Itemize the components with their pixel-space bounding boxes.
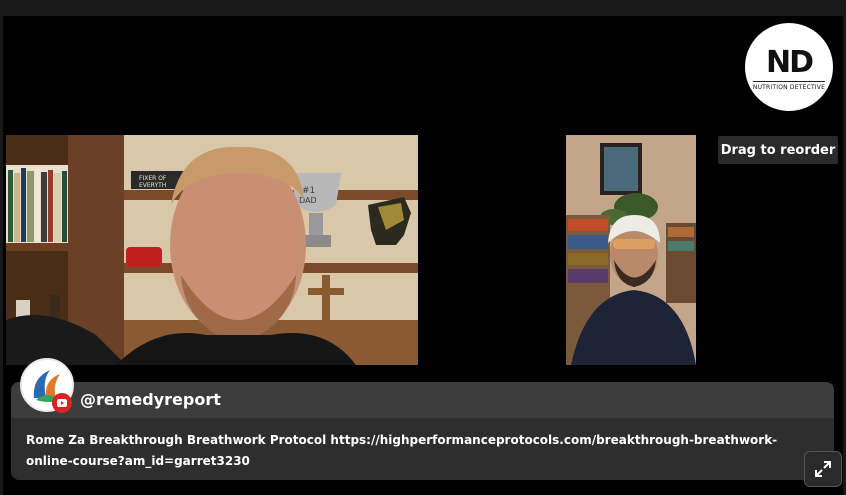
brand-logo: ND NUTRITION DETECTIVE xyxy=(745,23,833,111)
left-border xyxy=(0,16,3,495)
video-tile-guest[interactable] xyxy=(566,135,696,365)
chat-message-text: Rome Za Breakthrough Breathwork Protocol… xyxy=(26,433,778,468)
svg-text:#1: #1 xyxy=(302,186,315,196)
stream-stage: ND NUTRITION DETECTIVE FIXER OF EVERYTH … xyxy=(0,0,846,495)
chat-username: @remedyreport xyxy=(80,390,221,409)
fullscreen-button[interactable] xyxy=(804,451,842,487)
youtube-icon xyxy=(52,393,72,413)
expand-icon xyxy=(815,461,831,477)
svg-text:EVERYTH: EVERYTH xyxy=(139,182,166,189)
guest-video-frame xyxy=(566,135,696,365)
top-border xyxy=(0,0,846,16)
host-video-frame: FIXER OF EVERYTH #1 DAD xyxy=(6,135,418,365)
shelf-sign-text: FIXER OF xyxy=(139,175,167,182)
drag-to-reorder-tooltip: Drag to reorder xyxy=(718,136,838,164)
youtube-play-icon xyxy=(57,399,67,407)
video-tile-host[interactable]: FIXER OF EVERYTH #1 DAD xyxy=(6,135,418,365)
logo-mark: ND xyxy=(765,44,814,80)
svg-text:DAD: DAD xyxy=(299,196,317,205)
logo-subtitle: NUTRITION DETECTIVE xyxy=(752,80,826,91)
